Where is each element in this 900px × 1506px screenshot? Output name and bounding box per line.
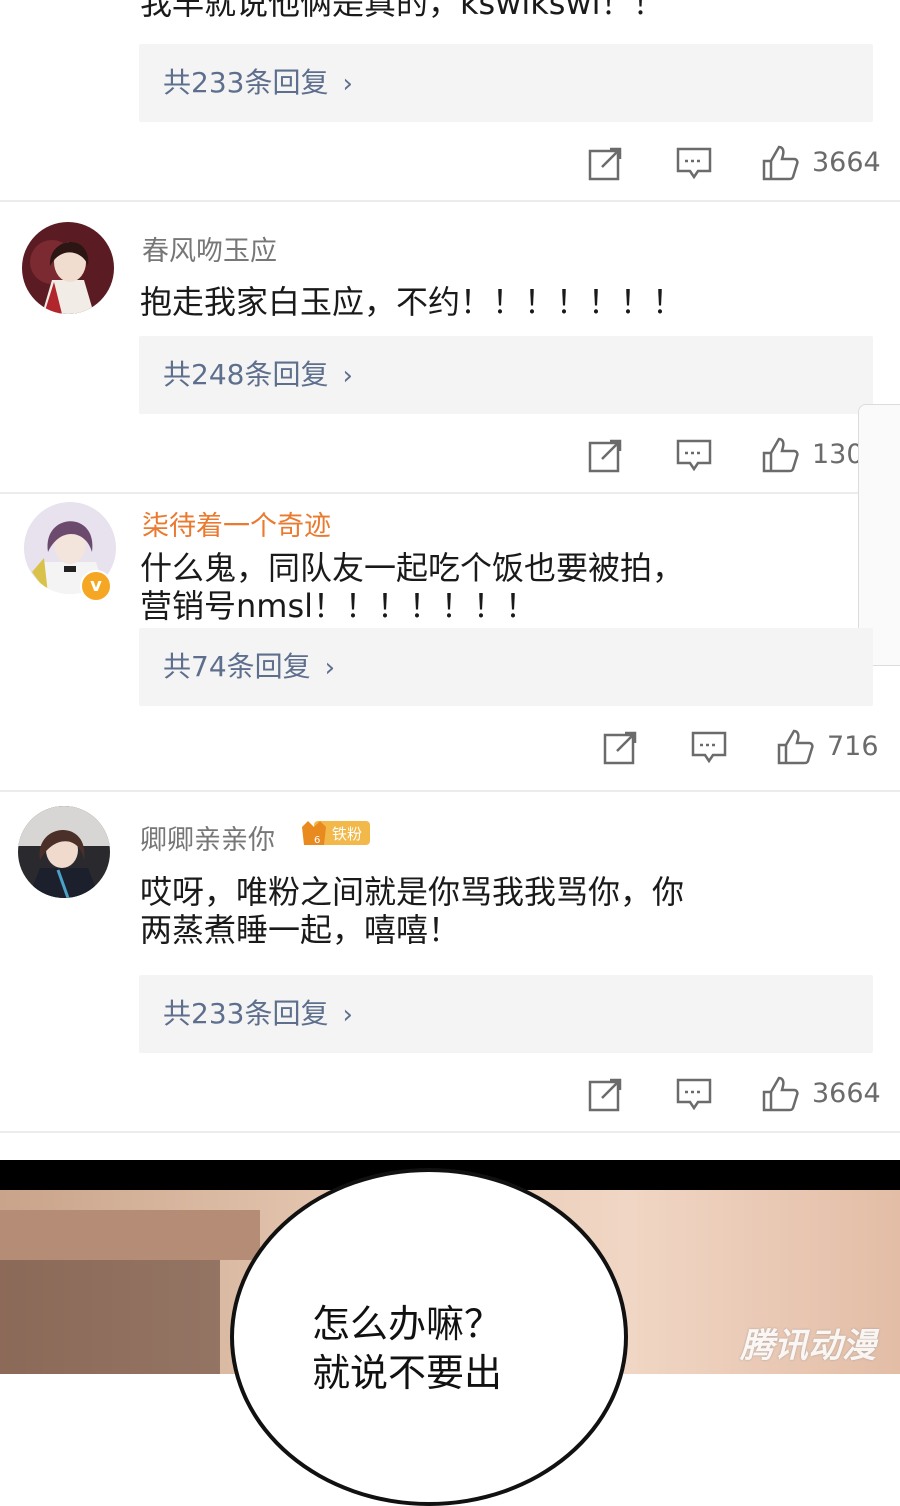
share-icon[interactable] [586,143,626,183]
comment-line: 两蒸煮睡一起，嘻嘻！ [140,911,461,949]
comic-background-shelf [0,1210,260,1260]
comment-icon[interactable] [674,435,714,475]
comment-line: 哎呀，唯粉之间就是你骂我我骂你，你 [140,873,685,911]
share-icon[interactable] [586,1074,626,1114]
reply-summary-link[interactable]: 共233条回复 › [163,44,353,122]
comment-text: 抱走我家白玉应，不约！！！！！！！ [140,283,684,321]
reply-count-text: 共233条回复 [163,66,329,99]
speech-bubble-line: 怎么办嘛？ [312,1302,503,1346]
divider [0,790,900,792]
reply-summary-link[interactable]: 共233条回复 › [163,975,353,1053]
watermark-logo: 腾讯动漫 [740,1326,876,1366]
username[interactable]: 春风吻玉应 [142,229,277,268]
reply-summary-box[interactable]: 共233条回复 › [139,975,873,1053]
chevron-right-icon: › [342,1000,353,1030]
reply-summary-box[interactable]: 共248条回复 › [139,336,873,414]
comment-icon[interactable] [674,1074,714,1114]
floating-side-tab[interactable] [858,404,900,666]
comment-actions: 716 [601,727,879,767]
comment-line: 抱走我家白玉应，不约！！！！！！！ [140,283,685,321]
like-count: 3664 [812,147,881,178]
comment-text: 什么鬼，同队友一起吃个饭也要被拍， 营销号nmsl！！！！！！！ [140,549,684,625]
chevron-right-icon: › [324,653,336,683]
reply-count-text: 共233条回复 [163,997,329,1030]
thumbs-up-icon[interactable] [760,435,800,475]
reply-summary-link[interactable]: 共74条回复 › [163,628,335,706]
comment-actions: 3664 [586,1074,881,1114]
share-icon[interactable] [586,435,626,475]
comment-actions: 3664 [586,143,881,183]
previous-comment-text: 我早就说他俩是真的，kswlkswl！！ [140,0,665,22]
fan-badge: 6 铁粉 [300,817,372,849]
divider [0,492,900,494]
username[interactable]: 柒待着一个奇迹 [142,504,331,543]
speech-bubble-line: 就说不要出 [312,1351,503,1395]
reply-count-text: 共74条回复 [163,650,311,683]
like-count: 716 [827,731,879,762]
fan-badge-level: 6 [314,835,320,846]
thumbs-up-icon[interactable] [760,1074,800,1114]
chevron-right-icon: › [342,69,353,99]
verified-badge: v [80,570,112,602]
thumbs-up-icon[interactable] [775,727,815,767]
username[interactable]: 卿卿亲亲你 [140,818,275,857]
comment-line: 营销号nmsl！！！！！！！ [140,587,538,625]
avatar[interactable] [18,806,110,898]
comment-text: 哎呀，唯粉之间就是你骂我我骂你，你 两蒸煮睡一起，嘻嘻！ [140,873,684,949]
reply-summary-box[interactable]: 共233条回复 › [139,44,873,122]
reply-count-text: 共248条回复 [163,358,329,391]
comment-icon[interactable] [674,143,714,183]
comment-actions: 1302 [586,435,881,475]
reply-summary-link[interactable]: 共248条回复 › [163,336,353,414]
comment-line: 什么鬼，同队友一起吃个饭也要被拍， [140,549,685,587]
chevron-right-icon: › [342,361,353,391]
like-count: 3664 [812,1078,881,1109]
divider [0,1131,900,1133]
fan-badge-label: 铁粉 [332,825,362,843]
share-icon[interactable] [601,727,641,767]
avatar[interactable] [22,222,114,314]
divider [0,200,900,202]
thumbs-up-icon[interactable] [760,143,800,183]
comment-icon[interactable] [689,727,729,767]
comic-background-shadow [0,1260,220,1374]
reply-summary-box[interactable]: 共74条回复 › [139,628,873,706]
